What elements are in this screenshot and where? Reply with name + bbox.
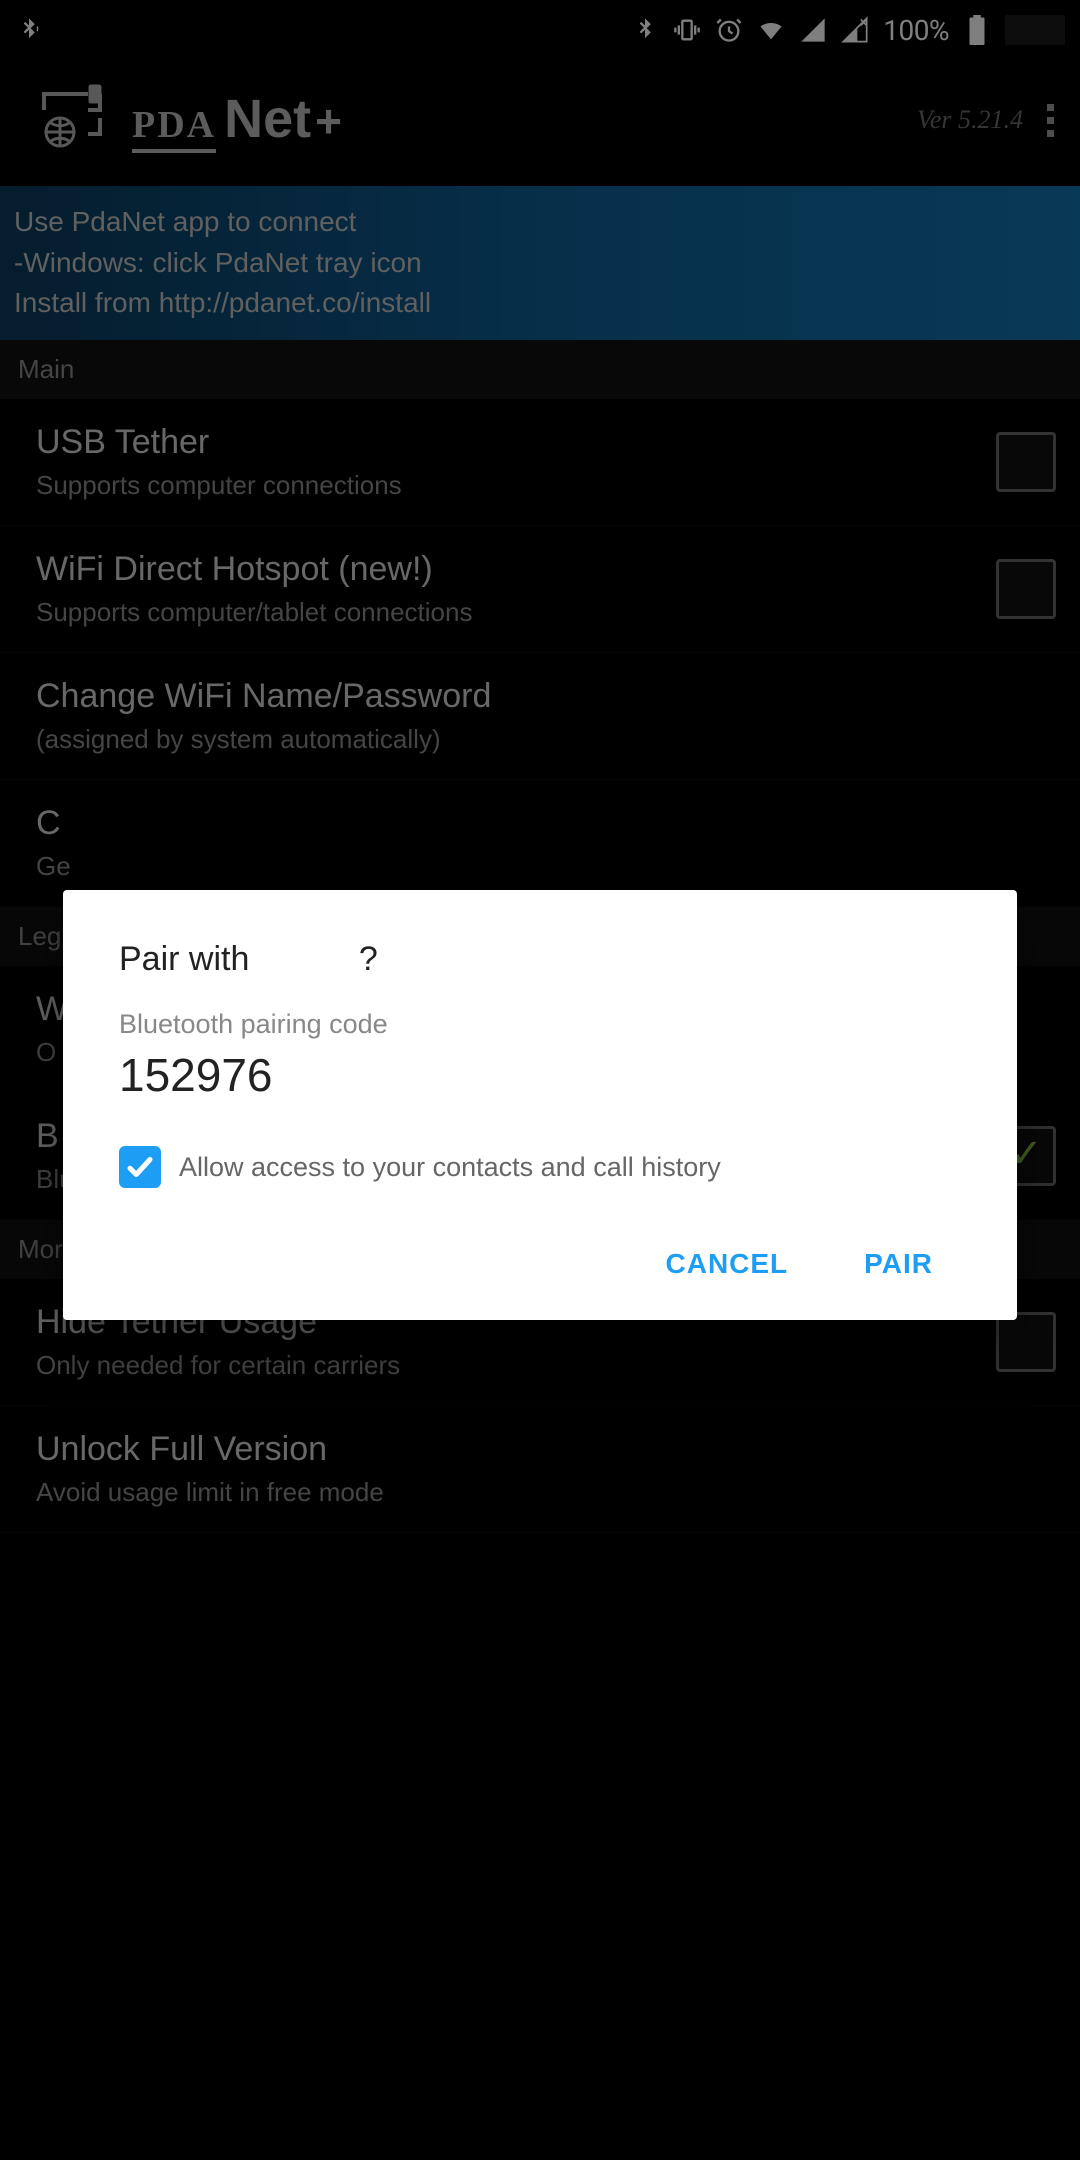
wifi-checkbox[interactable] — [996, 559, 1056, 619]
pairing-code: 152976 — [119, 1048, 961, 1102]
hide-usage-checkbox[interactable] — [996, 1312, 1056, 1372]
signal-icon — [799, 16, 827, 44]
battery-icon — [963, 16, 991, 44]
cancel-button[interactable]: CANCEL — [658, 1238, 797, 1290]
item-title: C — [36, 804, 1056, 843]
bluetooth-pair-dialog: Pair with ? Bluetooth pairing code 15297… — [63, 890, 1017, 1320]
item-subtitle: Ge — [36, 851, 1056, 882]
alarm-icon — [715, 16, 743, 44]
allow-contacts-checkbox[interactable] — [119, 1146, 161, 1188]
item-unlock-full[interactable]: Unlock Full Version Avoid usage limit in… — [0, 1406, 1080, 1533]
app-header: PDA Net + Ver 5.21.4 — [0, 60, 1080, 186]
section-main: Main — [0, 340, 1080, 399]
usb-checkbox[interactable] — [996, 432, 1056, 492]
item-title: Change WiFi Name/Password — [36, 677, 1056, 716]
item-wifi-hotspot[interactable]: WiFi Direct Hotspot (new!) Supports comp… — [0, 526, 1080, 653]
allow-contacts-label: Allow access to your contacts and call h… — [179, 1152, 721, 1183]
item-subtitle: Only needed for certain carriers — [36, 1350, 996, 1381]
overflow-menu-icon[interactable] — [1041, 94, 1060, 147]
item-subtitle: (assigned by system automatically) — [36, 724, 1056, 755]
signal-no-data-icon — [841, 16, 869, 44]
bluetooth-icon — [631, 16, 659, 44]
redacted-device-name — [259, 947, 359, 975]
bluetooth-audio-icon — [15, 16, 43, 44]
version-label: Ver 5.21.4 — [917, 105, 1023, 135]
info-banner: Use PdaNet app to connect -Windows: clic… — [0, 186, 1080, 340]
item-title: Unlock Full Version — [36, 1430, 1056, 1469]
item-subtitle: Supports computer connections — [36, 470, 996, 501]
item-title: USB Tether — [36, 423, 996, 462]
item-usb-tether[interactable]: USB Tether Supports computer connections — [0, 399, 1080, 526]
battery-percent: 100% — [883, 14, 949, 47]
item-change-wifi[interactable]: Change WiFi Name/Password (assigned by s… — [0, 653, 1080, 780]
item-subtitle: Supports computer/tablet connections — [36, 597, 996, 628]
redacted-status — [1005, 15, 1065, 45]
wifi-icon — [757, 16, 785, 44]
item-title: WiFi Direct Hotspot (new!) — [36, 550, 996, 589]
app-title: PDA Net + — [132, 88, 342, 153]
dialog-title: Pair with ? — [119, 940, 961, 979]
item-subtitle: Avoid usage limit in free mode — [36, 1477, 1056, 1508]
allow-contacts-row[interactable]: Allow access to your contacts and call h… — [119, 1146, 961, 1188]
dialog-subtitle: Bluetooth pairing code — [119, 1009, 961, 1040]
vibrate-icon — [673, 16, 701, 44]
item-partial-1[interactable]: C Ge — [0, 780, 1080, 907]
pair-button[interactable]: PAIR — [856, 1238, 941, 1290]
status-bar: 100% — [0, 0, 1080, 60]
pdanet-logo-icon — [32, 80, 112, 160]
